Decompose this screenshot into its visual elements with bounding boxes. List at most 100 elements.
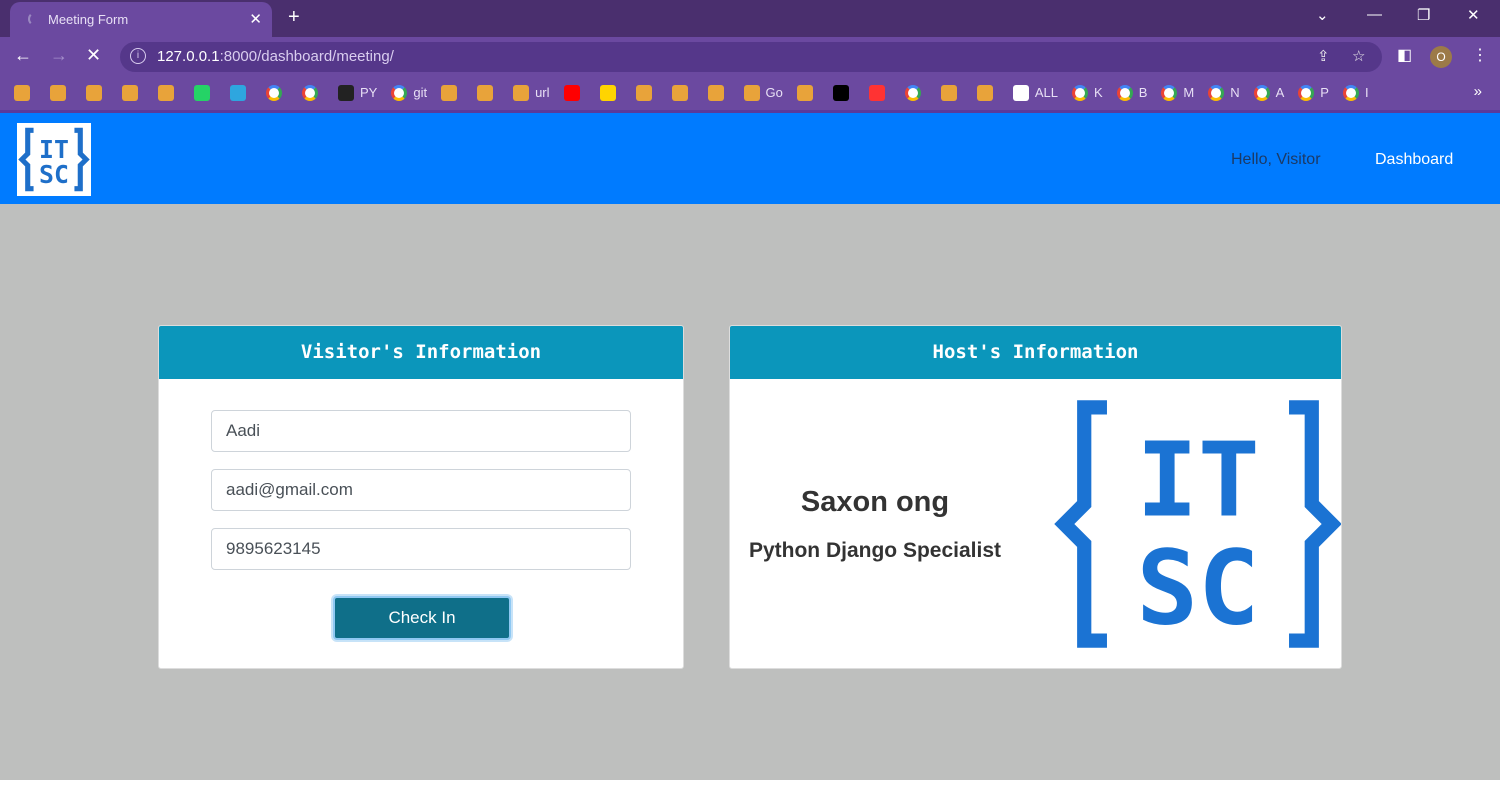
- bookmark-item[interactable]: Go: [743, 84, 783, 101]
- bookmark-item[interactable]: [86, 84, 108, 101]
- bookmark-item[interactable]: [158, 84, 180, 101]
- url-host: 127.0.0.1: [157, 48, 220, 65]
- ieee-icon: [158, 84, 174, 101]
- more-bookmarks-icon[interactable]: »: [1474, 83, 1482, 100]
- bookmark-item[interactable]: [266, 84, 288, 101]
- host-card: Host's Information Saxon ong Python Djan…: [729, 325, 1342, 669]
- name-input[interactable]: Aadi: [211, 410, 631, 452]
- info-icon[interactable]: i: [130, 48, 146, 64]
- bookmark-item[interactable]: [904, 84, 927, 101]
- bookmark-item[interactable]: [635, 84, 658, 101]
- bookmark-item[interactable]: [302, 84, 324, 101]
- svg-text:IT: IT: [1136, 421, 1259, 540]
- p-icon: [599, 84, 616, 101]
- stop-loading-icon[interactable]: ✕: [86, 45, 101, 66]
- restore-icon[interactable]: ❐: [1417, 6, 1430, 24]
- google-icon: [1253, 84, 1270, 101]
- tab-bar: Meeting Form ✕ + ⌄ — ❐ ✕: [0, 0, 1500, 37]
- bookmark-item[interactable]: [563, 84, 586, 101]
- browser-toolbar: ← → ✕ i 127.0.0.1:8000/dashboard/meeting…: [0, 37, 1500, 75]
- dashboard-link[interactable]: Dashboard: [1375, 151, 1453, 169]
- bookmark-item[interactable]: [50, 84, 72, 101]
- profile-avatar[interactable]: O: [1430, 46, 1452, 68]
- bookmark-item[interactable]: [599, 84, 622, 101]
- url-path: :8000/dashboard/meeting/: [219, 48, 394, 65]
- bookmark-item[interactable]: [230, 84, 252, 101]
- bookmark-item[interactable]: I: [1342, 84, 1369, 101]
- bookmark-item[interactable]: K: [1072, 84, 1103, 101]
- bookmark-item[interactable]: [441, 84, 463, 101]
- bookmark-item[interactable]: [14, 84, 36, 101]
- address-bar[interactable]: i 127.0.0.1:8000/dashboard/meeting/ ⇪ ☆: [120, 42, 1382, 72]
- bookmark-label: K: [1094, 85, 1103, 100]
- greeting-text: Hello, Visitor: [1231, 151, 1321, 168]
- google-icon: [904, 84, 921, 101]
- cart-icon: [671, 84, 688, 101]
- bookmark-icon: [14, 84, 30, 101]
- side-panel-icon[interactable]: ◧: [1397, 45, 1412, 65]
- check-in-button[interactable]: Check In: [333, 596, 511, 640]
- bookmark-item[interactable]: PY: [338, 84, 378, 101]
- bookmark-item[interactable]: M: [1161, 84, 1194, 101]
- svg-text:SC: SC: [1136, 530, 1259, 649]
- bookmark-item[interactable]: A: [1253, 84, 1284, 101]
- camera-icon: [635, 84, 652, 101]
- close-tab-icon[interactable]: ✕: [249, 10, 262, 28]
- bookmark-item[interactable]: P: [1298, 84, 1329, 101]
- telegram-icon: [230, 84, 246, 101]
- matlab-icon: [940, 84, 957, 101]
- phone-input[interactable]: 9895623145: [211, 528, 631, 570]
- bookmark-item[interactable]: N: [1208, 84, 1240, 101]
- menu-icon[interactable]: ⋮: [1472, 45, 1488, 65]
- tab-title: Meeting Form: [48, 12, 129, 27]
- bookmark-item[interactable]: [671, 84, 694, 101]
- svg-text:SC: SC: [39, 160, 69, 189]
- eye-icon: [976, 84, 993, 101]
- google-icon: [391, 84, 408, 101]
- close-window-icon[interactable]: ✕: [1467, 6, 1480, 24]
- bookmark-label: ALL: [1034, 85, 1059, 100]
- bookmark-label: Go: [765, 85, 783, 100]
- bookmark-label: N: [1230, 85, 1240, 100]
- yandex-icon: [868, 84, 885, 101]
- back-icon[interactable]: ←: [14, 45, 32, 66]
- bookmark-item[interactable]: [832, 84, 855, 101]
- bookmark-item[interactable]: ALL: [1012, 84, 1059, 101]
- itsc-logo[interactable]: IT SC: [17, 123, 91, 196]
- bookmark-item[interactable]: [940, 84, 963, 101]
- bookmark-item[interactable]: git: [391, 84, 427, 101]
- bookmark-label: url: [535, 85, 550, 100]
- host-role: Python Django Specialist: [748, 539, 1002, 562]
- new-tab-icon[interactable]: +: [288, 6, 300, 29]
- email-input[interactable]: aadi@gmail.com: [211, 469, 631, 511]
- wifi-icon: [513, 84, 530, 101]
- bookmark-item[interactable]: [122, 84, 144, 101]
- bookmark-icon: [50, 84, 66, 101]
- visitor-card-title: Visitor's Information: [159, 326, 683, 379]
- google-icon: [1116, 84, 1133, 101]
- bookmark-item[interactable]: B: [1116, 84, 1148, 101]
- google-icon: [266, 84, 282, 101]
- bookmark-item[interactable]: url: [513, 84, 550, 101]
- star-icon[interactable]: ☆: [1352, 47, 1365, 65]
- bookmark-label: PY: [360, 85, 378, 100]
- bookmark-item[interactable]: [868, 84, 891, 101]
- bookmark-item[interactable]: [707, 84, 730, 101]
- bookmark-item[interactable]: [796, 84, 819, 101]
- tab-meeting-form[interactable]: Meeting Form ✕: [10, 2, 272, 37]
- google-icon: [302, 84, 318, 101]
- tab-search-icon[interactable]: ⌄: [1316, 6, 1329, 24]
- share-icon[interactable]: ⇪: [1317, 47, 1330, 65]
- bookmark-item[interactable]: [976, 84, 999, 101]
- google-icon: [1298, 84, 1315, 101]
- minimize-icon[interactable]: —: [1367, 6, 1382, 23]
- forward-icon[interactable]: →: [50, 45, 68, 66]
- host-name: Saxon ong: [800, 486, 950, 518]
- globe-icon: [1012, 84, 1029, 101]
- bookmark-item[interactable]: [194, 84, 216, 101]
- host-logo: IT SC: [1052, 396, 1341, 657]
- whatsapp-icon: [194, 84, 210, 101]
- bookmark-item[interactable]: [477, 84, 499, 101]
- bookmark-label: B: [1138, 85, 1148, 100]
- bookmark-icon: [86, 84, 102, 101]
